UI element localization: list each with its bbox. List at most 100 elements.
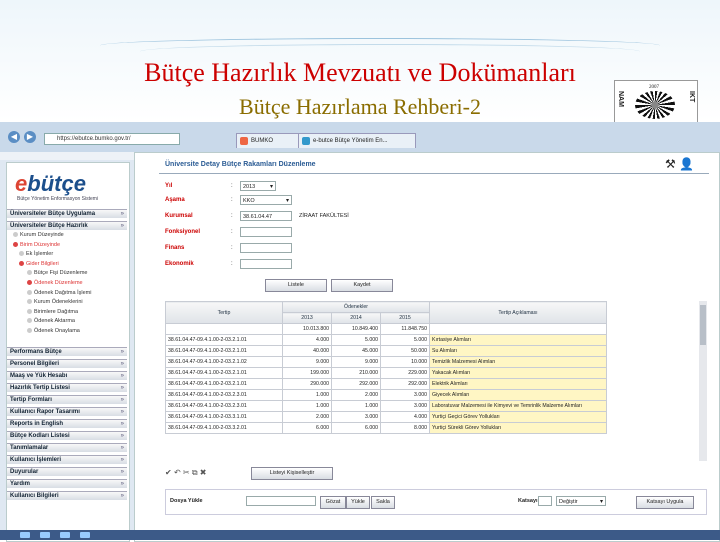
sidebar-tree-item[interactable]: Birimlere Dağıtma: [7, 308, 147, 317]
address-bar[interactable]: https://ebutce.bumko.gov.tr/: [44, 133, 180, 145]
table-cell[interactable]: 38.61.04.47-09.4.1.00-2-03.2.1.01: [165, 334, 283, 346]
sidebar-section[interactable]: Üniversiteler Bütçe Uygulama »: [7, 209, 127, 218]
ekonomik-input[interactable]: [240, 259, 292, 269]
table-cell[interactable]: 1.000: [331, 400, 381, 412]
table-cell[interactable]: Laboratuvar Malzemesi ile Kimyevi ve Tem…: [429, 400, 607, 412]
listele-button[interactable]: Listele: [265, 279, 327, 292]
table-cell[interactable]: Elektrik Alımları: [429, 378, 607, 390]
table-cell[interactable]: 8.000: [380, 422, 430, 434]
yukle-button[interactable]: Yükle: [346, 496, 370, 509]
table-row[interactable]: 38.61.04.47-09.4.1.00-2-03.2.3.01 1.000 1.…: [165, 400, 607, 412]
table-cell[interactable]: Temizlik Malzemesi Alımları: [429, 356, 607, 368]
sidebar-tree-item[interactable]: Ödenek Dağıtma İşlemi: [7, 289, 147, 298]
table-cell[interactable]: 290.000: [282, 378, 332, 390]
table-cell[interactable]: 199.000: [282, 367, 332, 379]
table-row[interactable]: 38.61.04.47-09.4.1.00-2-03.3.1.01 2.000 3.…: [165, 411, 607, 423]
table-cell[interactable]: 5.000: [380, 334, 430, 346]
table-row[interactable]: 38.61.04.47-09.4.1.00-2-03.2.1.01 199.000…: [165, 367, 607, 379]
table-cell[interactable]: 40.000: [282, 345, 332, 357]
sidebar-tree-item[interactable]: Kurum Düzeyinde: [7, 231, 133, 240]
sidebar-section[interactable]: Reports in English »: [7, 418, 127, 428]
table-cell[interactable]: 4.000: [380, 411, 430, 423]
sidebar-section[interactable]: Maaş ve Yük Hesabı »: [7, 370, 127, 380]
sidebar-section[interactable]: Bütçe Kodları Listesi »: [7, 430, 127, 440]
kaydet-button[interactable]: Kaydet: [331, 279, 393, 292]
katsayi-uygula-button[interactable]: Katsayı Uygula: [636, 496, 694, 509]
asama-select[interactable]: KKO: [240, 195, 292, 206]
katsayi-input[interactable]: [538, 496, 552, 506]
table-cell[interactable]: 6.000: [282, 422, 332, 434]
sidebar-section[interactable]: Personel Bilgileri »: [7, 358, 127, 368]
file-path-input[interactable]: [246, 496, 316, 506]
sidebar-section[interactable]: Duyurular »: [7, 466, 127, 476]
sidebar-section[interactable]: Kullanıcı İşlemleri »: [7, 454, 127, 464]
table-cell[interactable]: 2.000: [282, 411, 332, 423]
table-cell[interactable]: 229.000: [380, 367, 430, 379]
table-cell[interactable]: 10.000: [380, 356, 430, 368]
tab-ebutce[interactable]: e-butce Bütçe Yönetim En...: [298, 133, 416, 148]
gozat-button[interactable]: Gözat: [320, 496, 346, 509]
table-scrollbar[interactable]: [699, 301, 707, 461]
table-row[interactable]: 38.61.04.47-09.4.1.00-2-03.2.1.01 40.000 4…: [165, 345, 607, 357]
back-icon[interactable]: ◀: [8, 131, 20, 143]
table-cell[interactable]: 38.61.04.47-09.4.1.00-2-03.2.1.01: [165, 378, 283, 390]
table-cell[interactable]: 210.000: [331, 367, 381, 379]
table-cell[interactable]: 9.000: [282, 356, 332, 368]
table-row[interactable]: 38.61.04.47-09.4.1.00-2-03.3.2.01 6.000 6.…: [165, 422, 607, 434]
table-cell[interactable]: 5.000: [331, 334, 381, 346]
table-cell[interactable]: 45.000: [331, 345, 381, 357]
sidebar-tree-item[interactable]: Gider Bilgileri: [7, 260, 139, 269]
table-row[interactable]: 38.61.04.47-09.4.1.00-2-03.2.3.01 1.000 2.…: [165, 389, 607, 401]
scrollbar-thumb[interactable]: [700, 305, 706, 345]
sidebar-section[interactable]: Kullanıcı Bilgileri »: [7, 490, 127, 500]
sidebar-section[interactable]: Tanımlamalar »: [7, 442, 127, 452]
table-cell[interactable]: Giyecek Alımları: [429, 389, 607, 401]
listeyi-kisisellestir-button[interactable]: Listeyi Kişiselleştir: [251, 467, 333, 480]
sidebar-section[interactable]: Tertip Formları »: [7, 394, 127, 404]
table-row[interactable]: 38.61.04.47-09.4.1.00-2-03.2.1.01 290.000…: [165, 378, 607, 390]
user-icon[interactable]: 👤: [679, 157, 694, 171]
table-cell[interactable]: 4.000: [282, 334, 332, 346]
table-cell[interactable]: 38.61.04.47-09.4.1.00-2-03.2.1.01: [165, 345, 283, 357]
table-cell[interactable]: 3.000: [331, 411, 381, 423]
table-cell[interactable]: 3.000: [380, 389, 430, 401]
sakla-button[interactable]: Sakla: [371, 496, 395, 509]
table-cell[interactable]: Yakacak Alımları: [429, 367, 607, 379]
table-cell[interactable]: 3.000: [380, 400, 430, 412]
finans-input[interactable]: [240, 243, 292, 253]
copy-icon[interactable]: ⧉: [192, 468, 198, 477]
table-row[interactable]: 38.61.04.47-09.4.1.00-2-03.2.1.01 4.000 5.…: [165, 334, 607, 346]
table-cell[interactable]: 292.000: [331, 378, 381, 390]
taskbar-app-icon[interactable]: [60, 532, 70, 538]
table-cell[interactable]: 38.61.04.47-09.4.1.00-2-03.2.1.01: [165, 367, 283, 379]
kurumsal-input[interactable]: 38.61.04.47: [240, 211, 292, 221]
sidebar-tree-item[interactable]: Ek İşlemler: [7, 250, 139, 259]
table-cell[interactable]: 292.000: [380, 378, 430, 390]
table-cell[interactable]: 9.000: [331, 356, 381, 368]
delete-icon[interactable]: ✖: [200, 468, 207, 477]
sidebar-section[interactable]: Üniversiteler Bütçe Hazırlık »: [7, 221, 127, 230]
table-cell[interactable]: Su Alımları: [429, 345, 607, 357]
sidebar-tree-item[interactable]: Ödenek Aktarma: [7, 317, 147, 326]
forward-icon[interactable]: ▶: [24, 131, 36, 143]
table-cell[interactable]: 2.000: [331, 389, 381, 401]
sidebar-tree-item[interactable]: Bütçe Fişi Düzenleme: [7, 269, 147, 278]
sidebar-section[interactable]: Performans Bütçe »: [7, 346, 127, 356]
cut-icon[interactable]: ✂: [183, 468, 190, 477]
sidebar-tree-item[interactable]: Kurum Ödeneklerini: [7, 298, 147, 307]
sidebar-tree-item[interactable]: Ödenek Onaylama: [7, 327, 147, 336]
table-cell[interactable]: 50.000: [380, 345, 430, 357]
sidebar-section[interactable]: Yardım »: [7, 478, 127, 488]
check-icon[interactable]: ✔: [165, 468, 172, 477]
taskbar-app-icon[interactable]: [40, 532, 50, 538]
table-cell[interactable]: 38.61.04.47-09.4.1.00-2-03.3.1.01: [165, 411, 283, 423]
table-cell[interactable]: 38.61.04.47-09.4.1.00-2-03.2.1.02: [165, 356, 283, 368]
fonksiyonel-input[interactable]: [240, 227, 292, 237]
table-cell[interactable]: 1.000: [282, 389, 332, 401]
table-cell[interactable]: 38.61.04.47-09.4.1.00-2-03.3.2.01: [165, 422, 283, 434]
tools-icon[interactable]: ⚒: [665, 157, 676, 171]
sidebar-tree-item[interactable]: Ödenek Düzenleme: [7, 279, 147, 288]
table-cell[interactable]: Yurtiçi Sürekli Görev Yollukları: [429, 422, 607, 434]
yil-select[interactable]: 2013: [240, 181, 276, 192]
sidebar-section[interactable]: Hazırlık Tertip Listesi »: [7, 382, 127, 392]
